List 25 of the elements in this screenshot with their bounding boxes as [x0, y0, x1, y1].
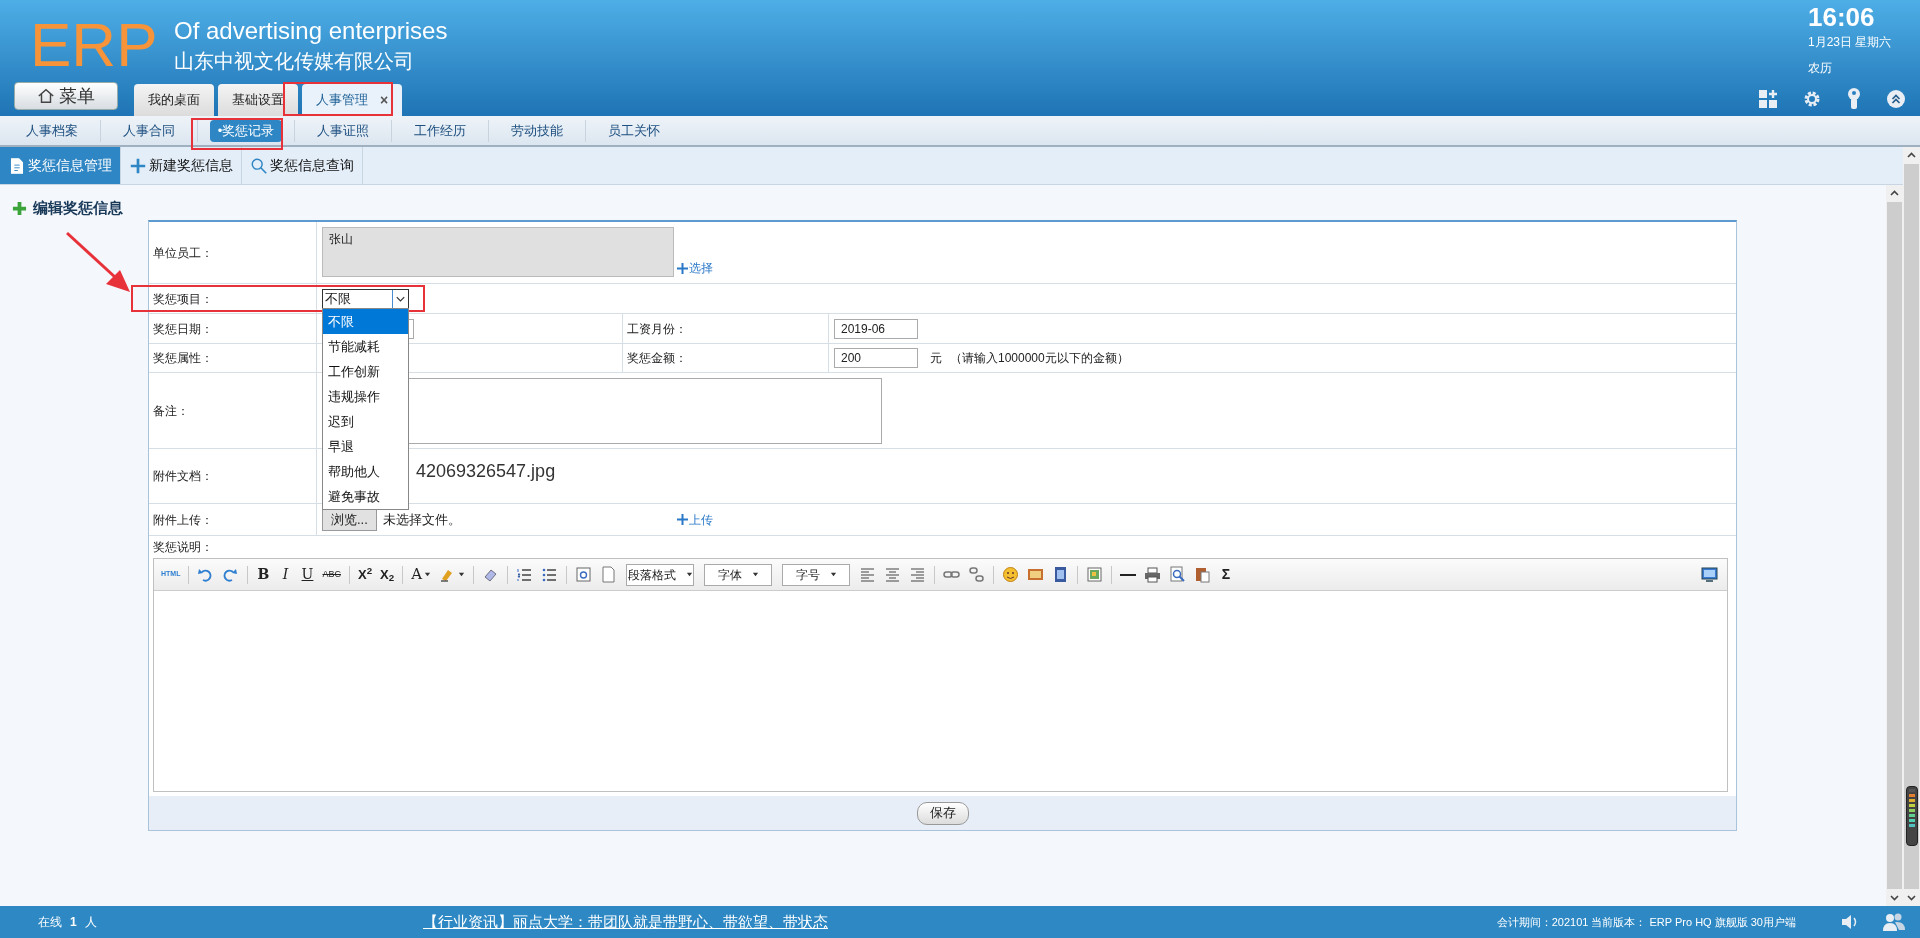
file-status: 未选择文件。 [382, 510, 462, 529]
version-info: 会计期间：202101 当前版本： ERP Pro HQ 旗舰版 30用户端 [1496, 914, 1796, 930]
company-name: 山东中视文化传媒有限公司 [174, 49, 415, 74]
online-count: 1 [70, 914, 77, 931]
field-label: 奖惩金额： [627, 350, 687, 367]
field-label: 单位员工： [153, 244, 213, 262]
section-title: 编辑奖惩信息 [33, 198, 123, 219]
field-label: 奖惩日期： [153, 320, 213, 338]
field-label: 附件上传： [153, 511, 213, 529]
field-label: 奖惩项目： [153, 290, 213, 308]
field-label: 备注： [153, 402, 189, 420]
hint-text: （请输入1000000元以下的金额） [950, 350, 1129, 367]
status-label: 人 [84, 914, 97, 931]
app-title: Of advertising enterprises [174, 16, 448, 46]
text-area: 张山 [322, 227, 674, 277]
logo: ERP [30, 14, 159, 76]
unit-label: 元 [930, 350, 942, 367]
field-label: 奖惩说明： [153, 539, 214, 556]
clock-time: 16:06 [1808, 2, 1875, 32]
status-label: 在线 [38, 914, 62, 931]
field-label: 工资月份： [627, 320, 687, 338]
field-label: 附件文档： [153, 468, 213, 485]
file-name: 42069326547.jpg [416, 460, 556, 483]
clock-date: 1月23日 星期六 [1808, 34, 1892, 50]
field-label: 奖惩属性： [153, 350, 213, 367]
